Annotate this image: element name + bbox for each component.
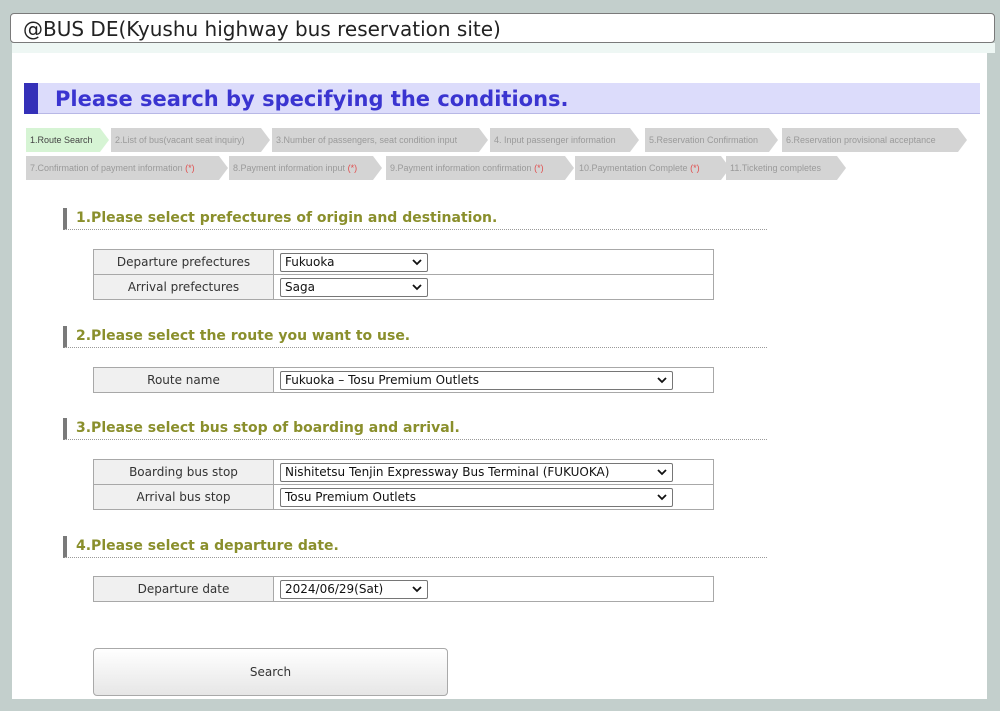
bus-stop-table: Boarding bus stop Nishitetsu Tenjin Expr… bbox=[93, 459, 714, 510]
departure-prefecture-cell: Fukuoka bbox=[273, 249, 714, 275]
step-8-label: 8.Payment information input bbox=[233, 163, 346, 173]
boarding-stop-cell: Nishitetsu Tenjin Expressway Bus Termina… bbox=[273, 459, 714, 485]
chevron-down-icon bbox=[412, 585, 422, 592]
step-5: 5.Reservation Confirmation bbox=[645, 128, 778, 152]
prefecture-table: Departure prefectures Fukuoka Arrival pr… bbox=[93, 249, 714, 300]
step-8: 8.Payment information input (*) bbox=[229, 156, 382, 180]
chevron-down-icon bbox=[657, 493, 667, 500]
step-8-required-mark: (*) bbox=[347, 163, 358, 173]
steps-row-2: 7.Confirmation of payment information (*… bbox=[26, 156, 976, 182]
arrival-stop-cell: Tosu Premium Outlets bbox=[273, 484, 714, 510]
chevron-down-icon bbox=[657, 468, 667, 475]
arrival-stop-label: Arrival bus stop bbox=[93, 484, 274, 510]
step-6: 6.Reservation provisional acceptance bbox=[782, 128, 967, 152]
section-title-prefectures: 1.Please select prefectures of origin an… bbox=[63, 208, 767, 230]
step-10-label: 10.Paymentation Complete bbox=[579, 163, 688, 173]
arrival-prefecture-label: Arrival prefectures bbox=[93, 274, 274, 300]
table-row: Route name Fukuoka – Tosu Premium Outlet… bbox=[93, 367, 714, 393]
table-row: Arrival bus stop Tosu Premium Outlets bbox=[93, 484, 714, 510]
table-row: Departure date 2024/06/29(Sat) bbox=[93, 576, 714, 602]
section-title-bus-stops: 3.Please select bus stop of boarding and… bbox=[63, 418, 767, 440]
departure-date-cell: 2024/06/29(Sat) bbox=[273, 576, 714, 602]
section-title-departure-date: 4.Please select a departure date. bbox=[63, 536, 767, 558]
step-7: 7.Confirmation of payment information (*… bbox=[26, 156, 228, 180]
main-page: Please search by specifying the conditio… bbox=[12, 53, 987, 699]
route-name-select[interactable]: Fukuoka – Tosu Premium Outlets bbox=[280, 370, 673, 390]
route-name-value: Fukuoka – Tosu Premium Outlets bbox=[285, 372, 480, 387]
departure-date-label: Departure date bbox=[93, 576, 274, 602]
chevron-down-icon bbox=[657, 376, 667, 383]
route-name-cell: Fukuoka – Tosu Premium Outlets bbox=[273, 367, 714, 393]
step-10: 10.Paymentation Complete (*) bbox=[575, 156, 730, 180]
step-9-required-mark: (*) bbox=[534, 163, 544, 173]
step-2: 2.List of bus(vacant seat inquiry) bbox=[111, 128, 270, 152]
arrival-prefecture-select[interactable]: Saga bbox=[280, 277, 428, 297]
step-11: 11.Ticketing completes bbox=[726, 156, 846, 180]
step-1: 1.Route Search bbox=[26, 128, 109, 152]
step-4: 4. Input passenger information bbox=[490, 128, 639, 152]
route-table: Route name Fukuoka – Tosu Premium Outlet… bbox=[93, 367, 714, 393]
progress-steps: 1.Route Search 2.List of bus(vacant seat… bbox=[26, 128, 976, 184]
departure-prefecture-select[interactable]: Fukuoka bbox=[280, 252, 428, 272]
window-title: @BUS DE(Kyushu highway bus reservation s… bbox=[10, 13, 995, 43]
arrival-prefecture-cell: Saga bbox=[273, 274, 714, 300]
section-title-route: 2.Please select the route you want to us… bbox=[63, 326, 767, 348]
arrival-stop-select[interactable]: Tosu Premium Outlets bbox=[280, 487, 673, 507]
departure-date-value: 2024/06/29(Sat) bbox=[285, 581, 384, 596]
step-3: 3.Number of passengers, seat condition i… bbox=[272, 128, 488, 152]
departure-prefecture-label: Departure prefectures bbox=[93, 249, 274, 275]
step-7-label: 7.Confirmation of payment information bbox=[30, 163, 183, 173]
arrival-stop-value: Tosu Premium Outlets bbox=[285, 489, 416, 504]
step-7-required-mark: (*) bbox=[185, 163, 195, 173]
departure-date-table: Departure date 2024/06/29(Sat) bbox=[93, 576, 714, 602]
chevron-down-icon bbox=[412, 258, 422, 265]
departure-date-select[interactable]: 2024/06/29(Sat) bbox=[280, 579, 428, 599]
step-9-label: 9.Payment information confirmation bbox=[390, 163, 532, 173]
search-button[interactable]: Search bbox=[93, 648, 448, 696]
table-row: Departure prefectures Fukuoka bbox=[93, 249, 714, 275]
boarding-stop-label: Boarding bus stop bbox=[93, 459, 274, 485]
page-title: Please search by specifying the conditio… bbox=[55, 87, 569, 111]
table-row: Boarding bus stop Nishitetsu Tenjin Expr… bbox=[93, 459, 714, 485]
arrival-prefecture-value: Saga bbox=[285, 279, 315, 294]
heading-accent-bar bbox=[24, 83, 38, 114]
boarding-stop-value: Nishitetsu Tenjin Expressway Bus Termina… bbox=[285, 464, 610, 479]
page-bottom-border bbox=[0, 699, 1000, 711]
route-name-label: Route name bbox=[93, 367, 274, 393]
table-row: Arrival prefectures Saga bbox=[93, 274, 714, 300]
page-heading: Please search by specifying the conditio… bbox=[24, 83, 980, 114]
title-divider bbox=[12, 43, 995, 53]
departure-prefecture-value: Fukuoka bbox=[285, 254, 335, 269]
step-9: 9.Payment information confirmation (*) bbox=[386, 156, 574, 180]
step-10-required-mark: (*) bbox=[690, 163, 700, 173]
steps-row-1: 1.Route Search 2.List of bus(vacant seat… bbox=[26, 128, 976, 154]
boarding-stop-select[interactable]: Nishitetsu Tenjin Expressway Bus Termina… bbox=[280, 462, 673, 482]
chevron-down-icon bbox=[412, 283, 422, 290]
